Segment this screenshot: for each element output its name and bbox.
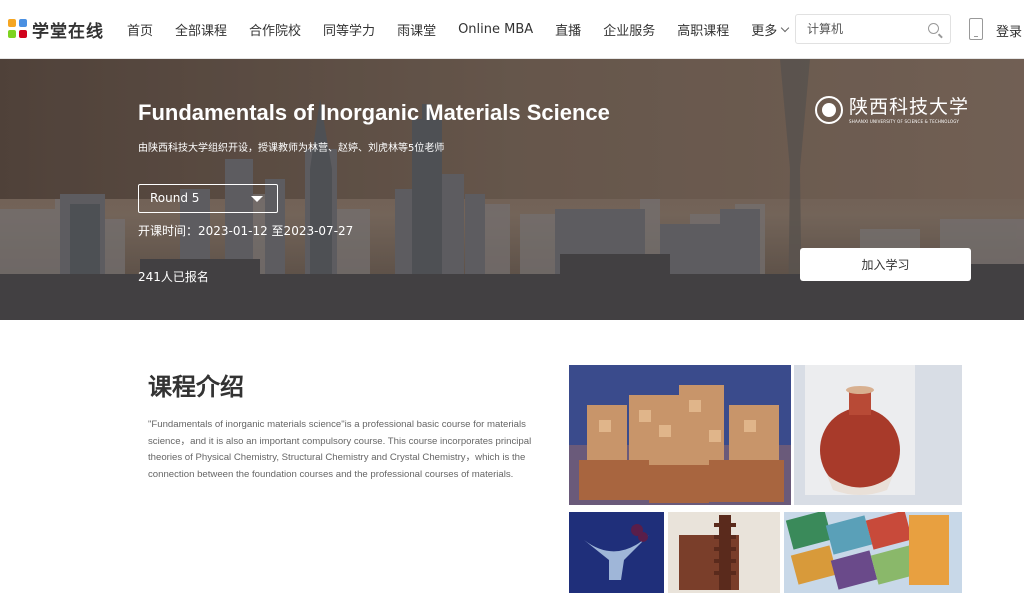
site-logo[interactable]: 学堂在线	[8, 17, 104, 42]
nav-partner-schools[interactable]: 合作院校	[238, 20, 312, 39]
search-input[interactable]	[796, 15, 916, 43]
search-icon[interactable]	[928, 23, 939, 34]
nav-live[interactable]: 直播	[544, 20, 592, 39]
nav-all-courses[interactable]: 全部课程	[164, 20, 238, 39]
search-box	[795, 14, 951, 44]
main-nav: 首页 全部课程 合作院校 同等学力 雨课堂 Online MBA 直播 企业服务…	[116, 0, 799, 58]
top-navbar: 学堂在线 首页 全部课程 合作院校 同等学力 雨课堂 Online MBA 直播…	[0, 0, 1024, 59]
nav-rain-classroom[interactable]: 雨课堂	[386, 20, 447, 39]
logo-text: 学堂在线	[32, 21, 104, 42]
course-dates: 开课时间：2023-01-12 至2023-07-27	[138, 224, 354, 238]
nav-more[interactable]: 更多	[740, 20, 799, 39]
mobile-phone-icon[interactable]	[969, 18, 983, 40]
login-link[interactable]: 登录	[996, 21, 1022, 40]
nav-enterprise[interactable]: 企业服务	[592, 20, 666, 39]
nav-more-label: 更多	[751, 23, 778, 39]
join-course-button[interactable]: 加入学习	[800, 248, 971, 281]
course-hero-banner: Fundamentals of Inorganic Materials Scie…	[0, 59, 1024, 320]
nav-equivalent-degree[interactable]: 同等学力	[312, 20, 386, 39]
course-title: Fundamentals of Inorganic Materials Scie…	[138, 100, 610, 125]
university-logo: 陕西科技大学 SHAANXI UNIVERSITY OF SCIENCE & T…	[815, 96, 969, 124]
nav-online-mba[interactable]: Online MBA	[447, 22, 544, 37]
round-select[interactable]: Round 5	[138, 184, 278, 213]
round-select-value: Round 5	[150, 191, 200, 205]
university-english-name: SHAANXI UNIVERSITY OF SCIENCE & TECHNOLO…	[849, 118, 959, 124]
university-seal-icon	[815, 96, 843, 124]
caret-down-icon	[251, 196, 263, 202]
nav-home[interactable]: 首页	[116, 20, 164, 39]
intro-description: "Fundamentals of inorganic materials sci…	[148, 419, 532, 480]
course-subtitle: 由陕西科技大学组织开设，授课教师为林营、赵婷、刘虎林等5位老师	[138, 143, 445, 154]
logo-icon	[8, 19, 28, 39]
intro-heading: 课程介绍	[148, 373, 244, 401]
university-name: 陕西科技大学	[849, 95, 970, 118]
nav-vocational[interactable]: 高职课程	[666, 20, 740, 39]
course-cover-image	[569, 365, 962, 593]
enrollment-count: 241人已报名	[138, 270, 209, 284]
chevron-down-icon	[780, 23, 790, 32]
